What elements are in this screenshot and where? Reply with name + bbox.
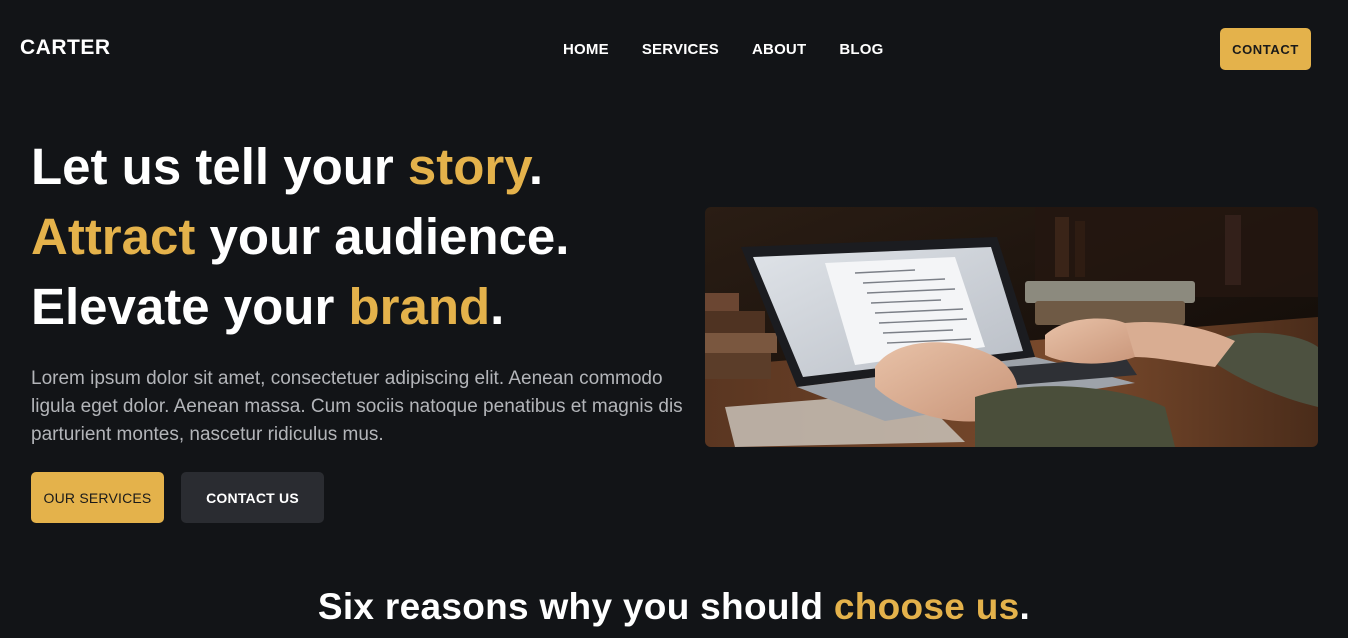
section-heading-accent: choose us [833, 586, 1020, 627]
nav-about[interactable]: ABOUT [752, 41, 806, 58]
section-heading-end: . [1019, 586, 1031, 627]
laptop-typing-illustration [705, 207, 1318, 447]
hero-line-3-text: Elevate your [31, 278, 349, 335]
hero-line-1: Let us tell your story. [31, 132, 569, 202]
hero-heading: Let us tell your story. Attract your aud… [31, 132, 569, 342]
hero-line-3: Elevate your brand. [31, 272, 569, 342]
hero-line-2: Attract your audience. [31, 202, 569, 272]
main-nav: HOME SERVICES ABOUT BLOG [563, 41, 916, 58]
nav-services[interactable]: SERVICES [642, 41, 719, 58]
hero-accent-brand: brand [348, 278, 491, 335]
nav-blog[interactable]: BLOG [839, 41, 883, 58]
hero-line-3-end: . [490, 278, 505, 335]
hero-line-1-text: Let us tell your [31, 138, 408, 195]
contact-us-button[interactable]: CONTACT US [181, 472, 324, 523]
hero-accent-attract: Attract [31, 208, 196, 265]
page: CARTER HOME SERVICES ABOUT BLOG CONTACT … [0, 0, 1348, 638]
contact-button[interactable]: CONTACT [1220, 28, 1311, 70]
site-logo[interactable]: CARTER [20, 36, 111, 60]
our-services-button[interactable]: OUR SERVICES [31, 472, 164, 523]
hero-line-1-end: . [528, 138, 544, 195]
section-heading-text: Six reasons why you should [317, 586, 834, 627]
hero-description: Lorem ipsum dolor sit amet, consectetuer… [31, 368, 683, 445]
section-heading: Six reasons why you should choose us. [0, 586, 1348, 628]
hero-accent-story: story [407, 138, 529, 195]
hero-line-2-text: your audience. [195, 208, 570, 265]
hero-image [705, 207, 1318, 447]
nav-home[interactable]: HOME [563, 41, 609, 58]
